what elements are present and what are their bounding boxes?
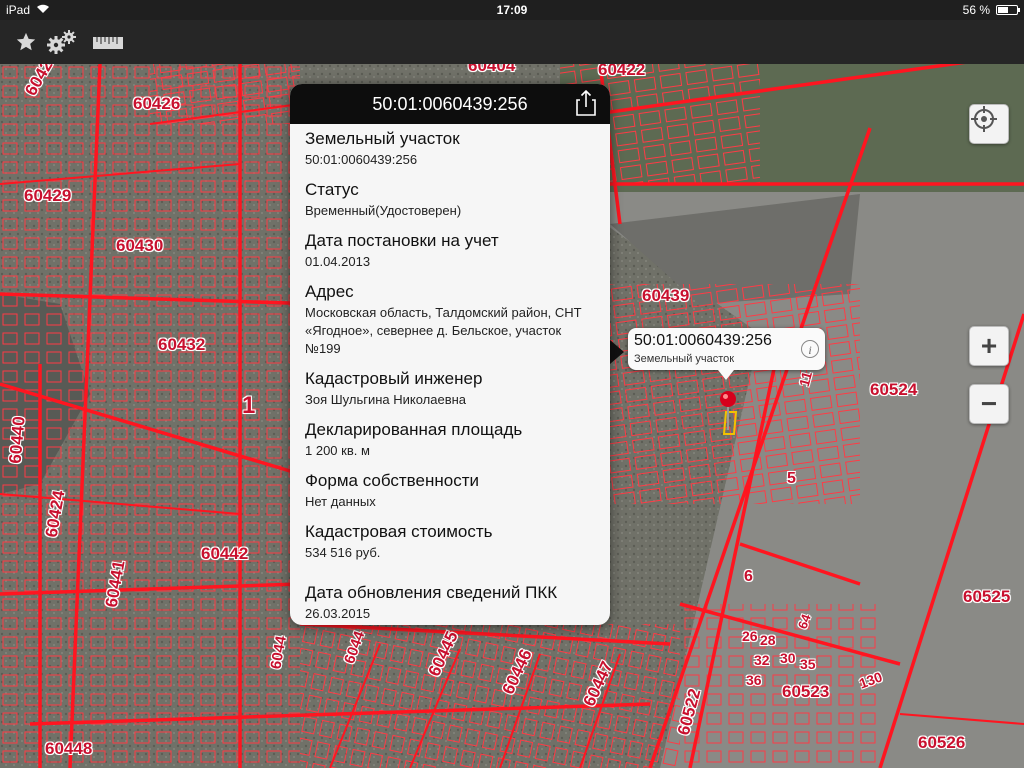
- minus-icon: −: [980, 388, 998, 419]
- parcel-details-popover: 50:01:0060439:256 Земельный участок 50:0…: [290, 84, 610, 625]
- gears-icon[interactable]: [46, 30, 78, 54]
- field-cadastral-engineer: Кадастровый инженер Зоя Шульгина Николае…: [305, 368, 610, 409]
- field-value: Зоя Шульгина Николаевна: [305, 392, 467, 407]
- field-label: Дата обновления сведений ПКК: [305, 583, 558, 602]
- field-registration-date: Дата постановки на учет 01.04.2013: [305, 230, 610, 271]
- field-label: Декларированная площадь: [305, 420, 523, 439]
- parcel-label: 32: [754, 652, 770, 668]
- map-callout[interactable]: 50:01:0060439:256 Земельный участок i: [628, 328, 825, 380]
- battery-icon: [996, 5, 1020, 15]
- parcel-label: 30: [780, 650, 796, 666]
- popover-header: 50:01:0060439:256: [290, 84, 610, 124]
- parcel-label: 60525: [963, 587, 1011, 606]
- field-label: Земельный участок: [305, 129, 460, 148]
- field-value: Нет данных: [305, 494, 376, 509]
- parcel-label: 26: [742, 628, 758, 644]
- parcel-label: 60430: [116, 236, 164, 255]
- field-address: Адрес Московская область, Талдомский рай…: [305, 281, 610, 358]
- parcel-label: 1: [242, 392, 256, 419]
- battery-percent: 56 %: [962, 3, 990, 17]
- parcel-label: 60526: [918, 733, 966, 752]
- field-label: Адрес: [305, 282, 354, 301]
- field-value: 534 516 руб.: [305, 545, 381, 560]
- parcel-label: 60432: [158, 335, 206, 354]
- zoom-out-button[interactable]: −: [969, 384, 1009, 424]
- parcel-label: 60404: [468, 64, 516, 75]
- plus-icon: +: [980, 330, 998, 361]
- zoom-in-button[interactable]: +: [969, 326, 1009, 366]
- field-status: Статус Временный(Удостоверен): [305, 179, 610, 220]
- field-label: Кадастровый инженер: [305, 369, 483, 388]
- parcel-label: 60440: [5, 415, 29, 465]
- popover-arrow: [610, 340, 624, 364]
- parcel-label: 6: [744, 568, 753, 585]
- field-value: Московская область, Талдомский район, СН…: [305, 305, 582, 356]
- parcel-label: 60426: [133, 94, 181, 113]
- wifi-icon: [36, 3, 50, 17]
- parcel-label: 60422: [598, 64, 646, 79]
- callout-subtitle: Земельный участок: [634, 353, 735, 365]
- toolbar: [0, 20, 1024, 64]
- field-value: 1 200 кв. м: [305, 443, 370, 458]
- device-name: iPad: [6, 3, 31, 17]
- field-update-date: Дата обновления сведений ПКК 26.03.2015: [305, 582, 610, 623]
- clock: 17:09: [496, 3, 528, 17]
- parcel-label: 60429: [24, 186, 72, 205]
- parcel-label: 60523: [782, 682, 830, 701]
- field-label: Статус: [305, 180, 359, 199]
- field-cadastral-value: Кадастровая стоимость 534 516 руб.: [305, 521, 610, 562]
- field-value: Временный(Удостоверен): [305, 203, 462, 218]
- map-pin-icon[interactable]: [720, 390, 744, 447]
- info-icon[interactable]: i: [801, 340, 819, 358]
- parcel-label: 28: [760, 632, 776, 648]
- popover-title: 50:01:0060439:256: [372, 93, 528, 114]
- field-declared-area: Декларированная площадь 1 200 кв. м: [305, 419, 610, 460]
- locate-button[interactable]: [969, 104, 1009, 144]
- callout-title: 50:01:0060439:256: [634, 332, 772, 349]
- parcel-label: 35: [800, 656, 816, 672]
- parcel-label: 60524: [870, 380, 918, 399]
- field-value: 50:01:0060439:256: [305, 152, 418, 167]
- field-ownership-form: Форма собственности Нет данных: [305, 470, 610, 511]
- status-bar: iPad 17:09 56 %: [0, 0, 1024, 20]
- star-icon[interactable]: [14, 30, 38, 54]
- field-label: Форма собственности: [305, 471, 479, 490]
- field-label: Кадастровая стоимость: [305, 522, 493, 541]
- field-parcel: Земельный участок 50:01:0060439:256: [305, 128, 610, 169]
- field-value: 26.03.2015: [305, 606, 371, 621]
- field-label: Дата постановки на учет: [305, 231, 499, 250]
- field-value: 01.04.2013: [305, 254, 371, 269]
- ruler-icon[interactable]: [92, 30, 124, 54]
- parcel-label: 5: [787, 470, 796, 487]
- share-icon[interactable]: [576, 89, 596, 121]
- parcel-label: 60439: [642, 286, 690, 305]
- parcel-label: 60448: [45, 739, 93, 758]
- popover-body: Земельный участок 50:01:0060439:256 Стат…: [290, 124, 610, 623]
- parcel-label: 36: [746, 672, 762, 688]
- parcel-label: 60442: [201, 544, 249, 563]
